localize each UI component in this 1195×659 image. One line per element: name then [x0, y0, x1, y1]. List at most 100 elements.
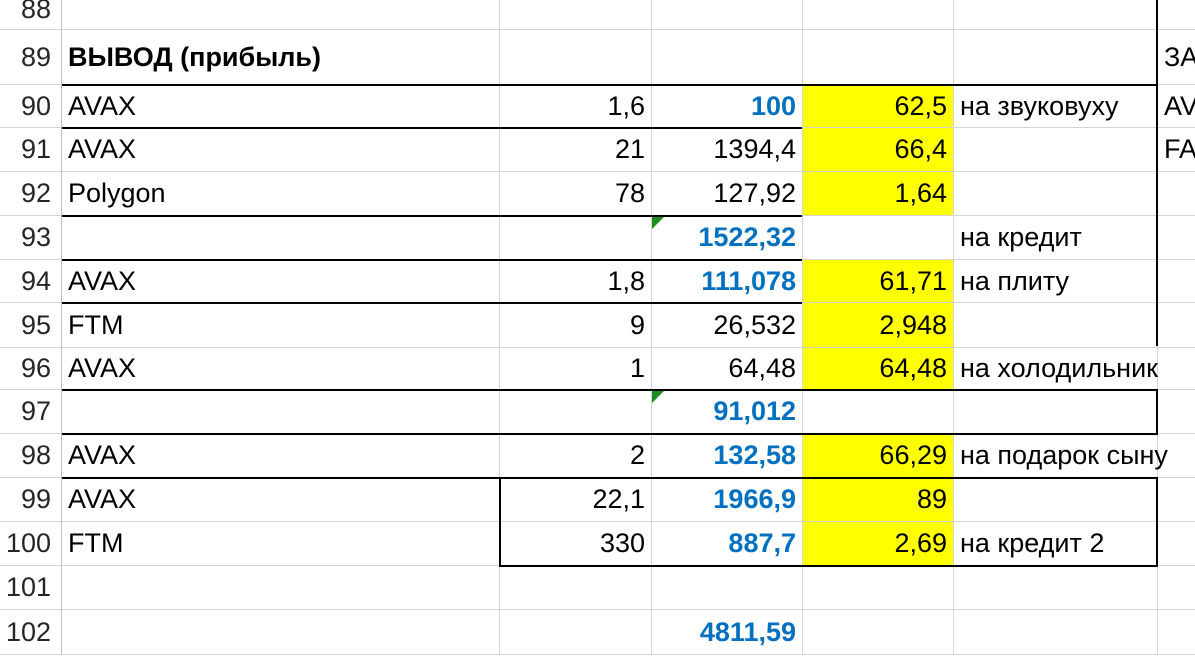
cell-d98[interactable]: 66,29 [803, 434, 954, 478]
cell-f94[interactable] [1158, 260, 1195, 303]
cell-b96[interactable]: 1 [500, 348, 652, 390]
cell-a94[interactable]: AVAX [62, 260, 500, 303]
cell-d92[interactable]: 1,64 [803, 172, 954, 216]
cell-e89[interactable] [954, 30, 1158, 85]
cell-f95[interactable] [1158, 303, 1195, 348]
cell-f91[interactable]: FA [1158, 128, 1195, 172]
cell-b95[interactable]: 9 [500, 303, 652, 348]
cell-b102[interactable] [500, 610, 652, 655]
cell-b88[interactable] [500, 0, 652, 30]
cell-e102[interactable] [954, 610, 1158, 655]
cell-a93[interactable] [62, 216, 500, 260]
cell-b99[interactable]: 22,1 [500, 478, 652, 522]
cell-a100[interactable]: FTM [62, 522, 500, 566]
cell-a89[interactable]: ВЫВОД (прибыль) [62, 30, 500, 85]
cell-b94[interactable]: 1,8 [500, 260, 652, 303]
cell-c91[interactable]: 1394,4 [652, 128, 803, 172]
cell-d93[interactable] [803, 216, 954, 260]
cell-e91[interactable] [954, 128, 1158, 172]
cell-c94[interactable]: 111,078 [652, 260, 803, 303]
row-header[interactable]: 88 [0, 0, 62, 30]
cell-b98[interactable]: 2 [500, 434, 652, 478]
row-header[interactable]: 95 [0, 303, 62, 348]
cell-a91[interactable]: AVAX [62, 128, 500, 172]
cell-c98[interactable]: 132,58 [652, 434, 803, 478]
cell-e97[interactable] [954, 390, 1158, 434]
cell-e92[interactable] [954, 172, 1158, 216]
row-header[interactable]: 90 [0, 85, 62, 128]
cell-b101[interactable] [500, 566, 652, 610]
cell-c97[interactable]: 91,012 [652, 390, 803, 434]
cell-f98[interactable] [1158, 434, 1195, 478]
cell-d101[interactable] [803, 566, 954, 610]
cell-e90[interactable]: на звуковуху [954, 85, 1158, 128]
cell-c96[interactable]: 64,48 [652, 348, 803, 390]
cell-f101[interactable] [1158, 566, 1195, 610]
cell-b92[interactable]: 78 [500, 172, 652, 216]
cell-f96[interactable] [1158, 348, 1195, 390]
cell-b100[interactable]: 330 [500, 522, 652, 566]
cell-d88[interactable] [803, 0, 954, 30]
cell-e88[interactable] [954, 0, 1158, 30]
cell-f89[interactable]: ЗА [1158, 30, 1195, 85]
cell-b93[interactable] [500, 216, 652, 260]
cell-c89[interactable] [652, 30, 803, 85]
row-header[interactable]: 100 [0, 522, 62, 566]
cell-a97[interactable] [62, 390, 500, 434]
cell-a96[interactable]: AVAX [62, 348, 500, 390]
cell-a99[interactable]: AVAX [62, 478, 500, 522]
cell-e95[interactable] [954, 303, 1158, 348]
cell-e101[interactable] [954, 566, 1158, 610]
cell-c92[interactable]: 127,92 [652, 172, 803, 216]
cell-f92[interactable] [1158, 172, 1195, 216]
cell-d90[interactable]: 62,5 [803, 85, 954, 128]
cell-b97[interactable] [500, 390, 652, 434]
cell-b89[interactable] [500, 30, 652, 85]
cell-b90[interactable]: 1,6 [500, 85, 652, 128]
row-header[interactable]: 92 [0, 172, 62, 216]
row-header[interactable]: 89 [0, 30, 62, 85]
row-header[interactable]: 93 [0, 216, 62, 260]
cell-d94[interactable]: 61,71 [803, 260, 954, 303]
cell-f90[interactable]: AV [1158, 85, 1195, 128]
cell-a95[interactable]: FTM [62, 303, 500, 348]
cell-a102[interactable] [62, 610, 500, 655]
cell-e96[interactable]: на холодильник [954, 348, 1158, 390]
spreadsheet-grid[interactable]: 88 89 ВЫВОД (прибыль) ЗА 90 AVAX 1,6 100… [0, 0, 1195, 659]
cell-c88[interactable] [652, 0, 803, 30]
cell-e94[interactable]: на плиту [954, 260, 1158, 303]
cell-c102[interactable]: 4811,59 [652, 610, 803, 655]
cell-d102[interactable] [803, 610, 954, 655]
row-header[interactable]: 98 [0, 434, 62, 478]
row-header[interactable]: 101 [0, 566, 62, 610]
cell-c95[interactable]: 26,532 [652, 303, 803, 348]
cell-f99[interactable] [1158, 478, 1195, 522]
row-header[interactable]: 97 [0, 390, 62, 434]
cell-e98[interactable]: на подарок сыну [954, 434, 1168, 478]
cell-d89[interactable] [803, 30, 954, 85]
cell-e93[interactable]: на кредит [954, 216, 1158, 260]
cell-d96[interactable]: 64,48 [803, 348, 954, 390]
cell-c90[interactable]: 100 [652, 85, 803, 128]
cell-c101[interactable] [652, 566, 803, 610]
cell-a92[interactable]: Polygon [62, 172, 500, 216]
cell-d99[interactable]: 89 [803, 478, 954, 522]
cell-f100[interactable] [1158, 522, 1195, 566]
cell-b91[interactable]: 21 [500, 128, 652, 172]
cell-a88[interactable] [62, 0, 500, 30]
cell-f102[interactable] [1158, 610, 1195, 655]
row-header[interactable]: 91 [0, 128, 62, 172]
row-header[interactable]: 99 [0, 478, 62, 522]
cell-f88[interactable] [1158, 0, 1195, 30]
cell-e99[interactable] [954, 478, 1158, 522]
row-header[interactable]: 102 [0, 610, 62, 655]
cell-a101[interactable] [62, 566, 500, 610]
cell-c99[interactable]: 1966,9 [652, 478, 803, 522]
row-header[interactable]: 96 [0, 348, 62, 390]
cell-e100[interactable]: на кредит 2 [954, 522, 1158, 566]
cell-c93[interactable]: 1522,32 [652, 216, 803, 260]
cell-a90[interactable]: AVAX [62, 85, 500, 128]
cell-d95[interactable]: 2,948 [803, 303, 954, 348]
cell-f93[interactable] [1158, 216, 1195, 260]
row-header[interactable]: 94 [0, 260, 62, 303]
